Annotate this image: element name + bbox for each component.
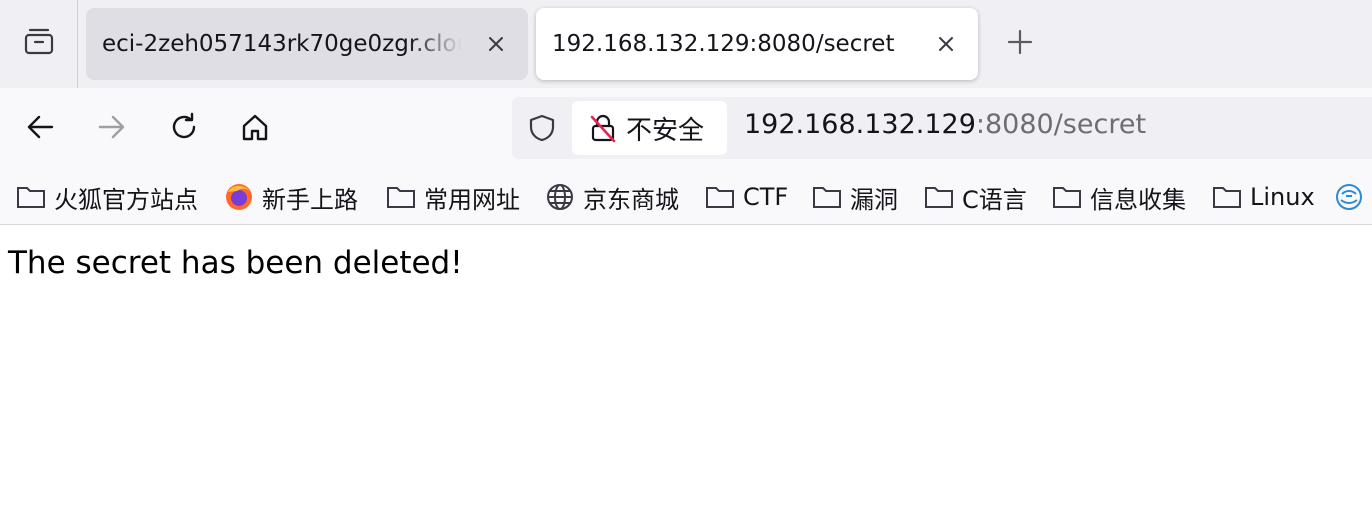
bookmark-label: Linux	[1250, 183, 1315, 211]
forward-button[interactable]	[92, 109, 132, 149]
bookmark-folder-ctf[interactable]: CTF	[705, 180, 788, 214]
bookmark-label: C语言	[962, 185, 1027, 214]
folder-icon	[1212, 182, 1242, 212]
globe-icon	[545, 182, 575, 212]
folder-icon	[1052, 182, 1082, 212]
close-icon[interactable]	[934, 32, 958, 56]
bookmark-label: 信息收集	[1090, 185, 1186, 214]
arrow-right-icon	[96, 111, 128, 147]
bookmark-folder-firefox-official[interactable]: 火狐官方站点	[16, 180, 198, 214]
site-security-indicator[interactable]: 不安全	[572, 101, 727, 155]
folder-icon	[16, 182, 46, 212]
close-icon[interactable]	[484, 32, 508, 56]
bookmark-site[interactable]	[1334, 180, 1372, 214]
firefox-icon	[224, 182, 254, 212]
folder-icon	[924, 182, 954, 212]
bookmark-label: 火狐官方站点	[54, 185, 198, 214]
bookmark-label: 漏洞	[850, 185, 898, 214]
tab-overview-icon	[22, 25, 56, 63]
bookmark-jd-mall[interactable]: 京东商城	[545, 180, 679, 214]
url-path: :8080/secret	[975, 109, 1147, 140]
bookmark-folder-common-sites[interactable]: 常用网址	[386, 180, 520, 214]
insecure-lock-icon	[588, 113, 618, 143]
tab-title: 192.168.132.129:8080/secret	[552, 31, 895, 57]
new-tab-button[interactable]	[1004, 28, 1036, 60]
bookmark-folder-c-language[interactable]: C语言	[924, 180, 1027, 214]
tab-inactive[interactable]: eci-2zeh057143rk70ge0zgr.cloud	[86, 8, 528, 80]
navigation-toolbar: 不安全 192.168.132.129:8080/secret	[0, 88, 1372, 170]
bookmark-label: 常用网址	[424, 185, 520, 214]
folder-icon	[386, 182, 416, 212]
address-bar[interactable]: 不安全 192.168.132.129:8080/secret	[512, 97, 1372, 159]
home-icon	[239, 111, 271, 147]
bookmark-folder-vulnerabilities[interactable]: 漏洞	[812, 180, 898, 214]
status-message: The secret has been deleted!	[8, 245, 463, 281]
url-text[interactable]: 192.168.132.129:8080/secret	[744, 109, 1146, 140]
bookmarks-toolbar: 火狐官方站点 新手上路 常用网址 京东商城 CTF 漏洞 C语言 信息收集 Li…	[0, 170, 1372, 225]
folder-icon	[812, 182, 842, 212]
url-host: 192.168.132.129	[744, 109, 976, 140]
page-content: The secret has been deleted!	[0, 225, 1372, 512]
arrow-left-icon	[24, 111, 56, 147]
reload-icon	[168, 111, 200, 147]
site-favicon-icon	[1334, 182, 1364, 212]
tab-active[interactable]: 192.168.132.129:8080/secret	[536, 8, 978, 80]
folder-icon	[705, 182, 735, 212]
bookmark-label: 京东商城	[583, 185, 679, 214]
back-button[interactable]	[20, 109, 60, 149]
reload-button[interactable]	[164, 109, 204, 149]
tab-overview-button[interactable]	[0, 0, 78, 88]
home-button[interactable]	[235, 109, 275, 149]
bookmark-label: CTF	[743, 183, 789, 211]
bookmark-folder-info-gathering[interactable]: 信息收集	[1052, 180, 1186, 214]
shield-icon[interactable]	[526, 112, 558, 144]
bookmark-getting-started[interactable]: 新手上路	[224, 180, 358, 214]
bookmark-folder-linux[interactable]: Linux	[1212, 180, 1315, 214]
tab-title: eci-2zeh057143rk70ge0zgr.cloud	[102, 31, 462, 57]
plus-icon	[1006, 28, 1034, 60]
bookmark-label: 新手上路	[262, 185, 358, 214]
security-label: 不安全	[626, 115, 705, 146]
tab-strip: eci-2zeh057143rk70ge0zgr.cloud 192.168.1…	[0, 0, 1372, 88]
